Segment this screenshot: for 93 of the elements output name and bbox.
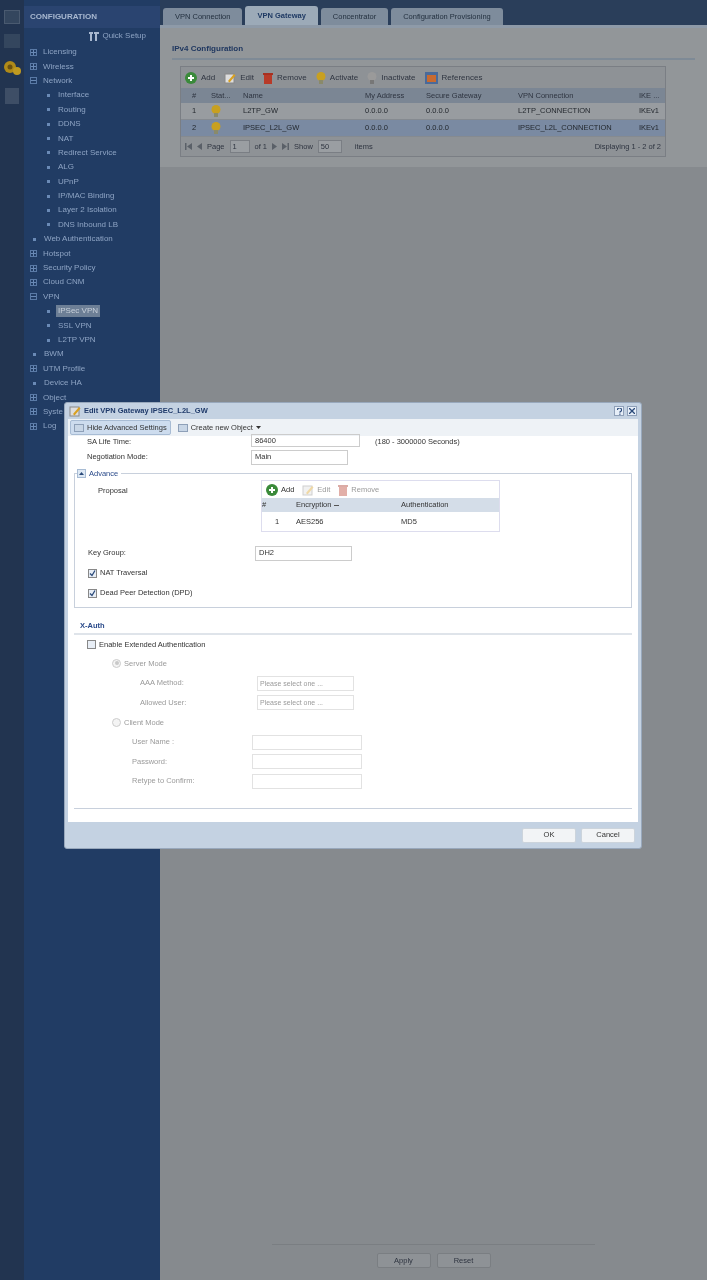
collapse-icon[interactable] [30, 77, 37, 85]
pencil-icon [69, 405, 81, 417]
bulb-icon [315, 71, 326, 84]
checkbox[interactable] [88, 568, 97, 578]
sidebar-item[interactable]: Web Authentication [42, 233, 115, 246]
quick-setup-link[interactable]: Quick Setup [102, 30, 146, 42]
sidebar-item[interactable]: SSL VPN [56, 319, 94, 332]
sidebar-item[interactable]: Cloud CNM [41, 276, 87, 289]
expand-icon[interactable] [30, 278, 37, 286]
references-icon [424, 71, 438, 84]
pencil-icon [224, 71, 237, 84]
bullet-icon [47, 223, 50, 227]
sidebar-item[interactable]: Redirect Service [56, 146, 119, 159]
sidebar-item[interactable]: UTM Profile [41, 362, 88, 375]
trash-icon [263, 71, 274, 84]
expand-icon[interactable] [30, 408, 37, 416]
sidebar-title: CONFIGURATION [24, 6, 160, 28]
sidebar-item[interactable]: Device HA [42, 377, 84, 390]
sidebar-item[interactable]: Interface [56, 89, 92, 102]
expand-icon[interactable] [30, 250, 37, 258]
bullet-icon [47, 338, 50, 342]
bullet-icon [47, 180, 50, 184]
bullet-icon [47, 93, 50, 97]
checkbox[interactable] [88, 588, 97, 598]
first-page-icon[interactable] [185, 143, 192, 150]
bulb-icon [211, 105, 221, 117]
bullet-icon [47, 108, 50, 112]
expand-icon[interactable] [30, 63, 37, 71]
expand-icon[interactable] [30, 365, 37, 373]
collapse-toggle[interactable] [77, 469, 86, 479]
sidebar-item[interactable]: Log [41, 420, 59, 433]
expand-icon[interactable] [30, 422, 37, 430]
bullet-icon [47, 309, 50, 313]
sidebar-item[interactable]: L2TP VPN [56, 334, 98, 346]
toolbar-button[interactable]: Edit [224, 71, 255, 84]
toolbar-button[interactable]: Add [185, 71, 216, 84]
sidebar-item[interactable]: Security Policy [41, 262, 98, 275]
expand-icon[interactable] [30, 48, 37, 56]
bullet-icon [47, 122, 50, 126]
pencil-icon [302, 483, 315, 496]
sidebar-item[interactable]: BWM [42, 348, 66, 361]
bullet-icon [47, 194, 50, 198]
help-button[interactable] [614, 406, 624, 416]
toolbar-button[interactable]: Activate [315, 71, 359, 84]
close-icon [629, 408, 635, 414]
sidebar-item[interactable]: Licensing [41, 46, 79, 59]
bullet-icon [47, 324, 50, 328]
sidebar-item[interactable]: UPnP [56, 175, 81, 188]
last-page-icon[interactable] [282, 143, 290, 150]
add-icon [185, 71, 197, 84]
bullet-icon [33, 237, 36, 241]
sidebar-item[interactable]: IP/MAC Binding [56, 190, 117, 203]
bullet-icon [47, 165, 50, 169]
bullet-icon [47, 209, 50, 212]
sidebar-item[interactable]: Network [41, 74, 75, 87]
check-icon [89, 569, 96, 577]
checkbox[interactable] [87, 639, 96, 649]
sidebar-item[interactable]: DDNS [56, 118, 83, 131]
add-icon [266, 483, 278, 496]
sidebar-item[interactable]: Wireless [41, 60, 76, 73]
bulb-icon [211, 122, 221, 134]
toolbar-button[interactable]: References [424, 71, 483, 84]
toolbar-button[interactable]: Remove [263, 71, 307, 84]
expand-icon[interactable] [30, 264, 37, 272]
previous-page-icon[interactable] [197, 143, 202, 150]
sidebar-item[interactable]: VPN [41, 290, 62, 303]
sidebar-item[interactable]: Object [41, 391, 69, 404]
bullet-icon [47, 151, 50, 155]
check-icon [89, 589, 96, 597]
sidebar-item[interactable]: NAT [56, 132, 76, 145]
bullet-icon [47, 137, 50, 141]
sidebar-item[interactable]: Layer 2 Isolation [56, 204, 119, 217]
next-page-icon[interactable] [272, 143, 278, 150]
bullet-icon [33, 381, 36, 385]
sidebar-item[interactable]: Routing [56, 103, 88, 116]
wand-icon [89, 31, 100, 41]
collapse-icon [79, 472, 84, 476]
bulb-icon [367, 71, 378, 84]
expand-icon[interactable] [30, 394, 37, 402]
toolbar-button[interactable]: Inactivate [367, 71, 416, 84]
sidebar-item[interactable]: DNS Inbound LB [56, 218, 121, 231]
collapse-icon[interactable] [30, 293, 37, 301]
sidebar-item[interactable]: Hotspot [41, 247, 73, 260]
caret-icon [255, 426, 261, 429]
close-button[interactable] [627, 406, 637, 416]
sidebar-item[interactable]: Syste [41, 405, 65, 418]
bullet-icon [33, 352, 36, 356]
sidebar-item[interactable]: IPSec VPN [56, 305, 100, 318]
section-title: IPv4 Configuration [172, 43, 695, 60]
trash-icon [338, 483, 349, 496]
gear-icon[interactable] [2, 58, 22, 78]
sidebar-item[interactable]: ALG [56, 161, 76, 174]
help-icon [616, 407, 622, 415]
